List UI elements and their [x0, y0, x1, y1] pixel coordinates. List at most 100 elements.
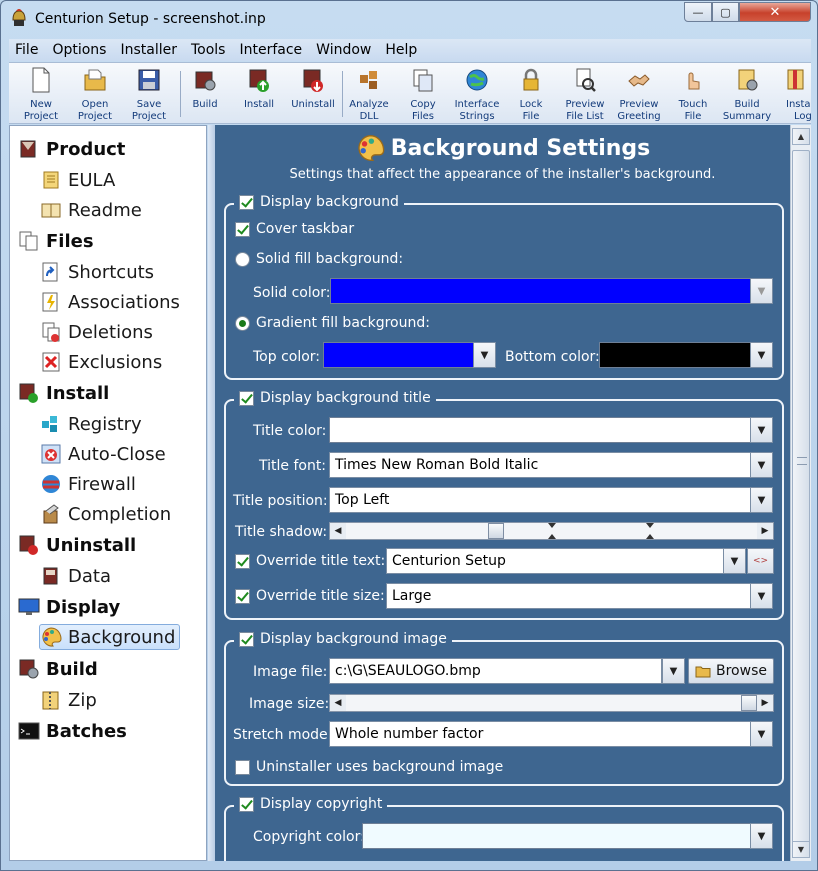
display-background-title-toggle[interactable]: Display background title	[234, 390, 436, 406]
top-color-swatch[interactable]	[323, 342, 474, 368]
gradient-fill-radio[interactable]	[235, 315, 250, 331]
nav-splitter[interactable]	[208, 125, 215, 861]
title-shadow-slider-thumb[interactable]	[488, 523, 505, 539]
nav-data[interactable]: Data	[40, 563, 111, 589]
minimize-button[interactable]: —	[684, 2, 712, 22]
nav-zip[interactable]: Zip	[40, 687, 97, 713]
display-background-toggle[interactable]: Display background	[234, 194, 404, 210]
preview-greeting-button[interactable]: Preview Greeting	[612, 67, 666, 123]
menu-help[interactable]: Help	[385, 42, 417, 58]
scrollbar-thumb[interactable]	[792, 150, 810, 850]
copyright-color-dropdown[interactable]: ▼	[750, 823, 773, 849]
display-copyright-toggle[interactable]: Display copyright	[234, 796, 388, 812]
preview-file-list-button[interactable]: Preview File List	[558, 67, 612, 123]
nav-product[interactable]: Product	[18, 136, 125, 162]
interface-strings-button[interactable]: Interface Strings	[450, 67, 504, 123]
build-button[interactable]: Build	[178, 67, 232, 123]
uninstaller-uses-image-option[interactable]: Uninstaller uses background image	[235, 759, 503, 775]
menu-window[interactable]: Window	[316, 42, 371, 58]
override-title-text-input[interactable]: Centurion Setup	[386, 548, 724, 574]
analyze-dll-button[interactable]: Analyze DLL	[342, 67, 396, 123]
solid-color-dropdown[interactable]: ▼	[750, 278, 773, 304]
nav-completion[interactable]: Completion	[40, 501, 171, 527]
title-font-select[interactable]: Times New Roman Bold Italic	[329, 452, 751, 478]
title-color-swatch[interactable]	[329, 417, 751, 443]
nav-eula[interactable]: EULA	[40, 167, 115, 193]
slider-right-arrow-icon[interactable]: ▶	[757, 695, 773, 711]
title-shadow-slider[interactable]: ◀ ▶	[329, 522, 774, 540]
override-title-text-dropdown[interactable]: ▼	[723, 548, 746, 574]
nav-registry[interactable]: Registry	[40, 411, 142, 437]
title-color-dropdown[interactable]: ▼	[750, 417, 773, 443]
copyright-color-swatch[interactable]	[362, 823, 751, 849]
uninstaller-uses-image-checkbox[interactable]	[235, 759, 250, 775]
uninstall-button[interactable]: Uninstall	[286, 67, 340, 123]
touch-file-button[interactable]: Touch File	[666, 67, 720, 123]
slider-right-arrow-icon[interactable]: ▶	[757, 523, 773, 539]
slider-left-arrow-icon[interactable]: ◀	[330, 695, 346, 711]
new-project-button[interactable]: New Project	[14, 67, 68, 123]
stretch-mode-dropdown[interactable]: ▼	[750, 721, 773, 747]
image-file-dropdown[interactable]: ▼	[662, 658, 685, 684]
display-copyright-checkbox[interactable]	[239, 796, 254, 812]
menu-file[interactable]: File	[15, 42, 38, 58]
lock-file-button[interactable]: Lock File	[504, 67, 558, 123]
edit-tags-button[interactable]: <>	[747, 548, 774, 574]
title-position-dropdown[interactable]: ▼	[750, 487, 773, 513]
nav-build[interactable]: Build	[18, 656, 98, 682]
open-project-button[interactable]: Open Project	[68, 67, 122, 123]
display-background-title-checkbox[interactable]	[239, 390, 254, 406]
nav-firewall[interactable]: Firewall	[40, 471, 136, 497]
override-title-size-select[interactable]: Large	[386, 583, 751, 609]
nav-uninstall[interactable]: Uninstall	[18, 532, 136, 558]
top-color-dropdown[interactable]: ▼	[473, 342, 496, 368]
menu-options[interactable]: Options	[52, 42, 106, 58]
scroll-down-button[interactable]: ▼	[792, 841, 810, 858]
slider-left-arrow-icon[interactable]: ◀	[330, 523, 346, 539]
nav-auto-close[interactable]: Auto-Close	[40, 441, 166, 467]
nav-background[interactable]: Background	[39, 624, 181, 650]
vertical-scrollbar[interactable]: ▲ ▼	[790, 125, 811, 861]
scroll-up-button[interactable]: ▲	[792, 128, 810, 145]
close-button[interactable]: ✕	[739, 2, 811, 22]
nav-deletions[interactable]: Deletions	[40, 319, 153, 345]
solid-color-swatch[interactable]	[330, 278, 751, 304]
nav-exclusions[interactable]: Exclusions	[40, 349, 162, 375]
display-background-image-checkbox[interactable]	[239, 631, 254, 647]
copy-files-button[interactable]: Copy Files	[396, 67, 450, 123]
nav-shortcuts[interactable]: Shortcuts	[40, 259, 154, 285]
nav-install[interactable]: Install	[18, 380, 109, 406]
override-title-size-dropdown[interactable]: ▼	[750, 583, 773, 609]
solid-fill-option[interactable]: Solid fill background:	[235, 251, 403, 267]
nav-batches[interactable]: Batches	[18, 718, 127, 744]
browse-button[interactable]: Browse	[688, 658, 774, 684]
maximize-button[interactable]: ▢	[712, 2, 739, 22]
title-font-dropdown[interactable]: ▼	[750, 452, 773, 478]
nav-associations[interactable]: Associations	[40, 289, 180, 315]
install-button[interactable]: Install	[232, 67, 286, 123]
image-size-slider-thumb[interactable]	[741, 695, 757, 711]
stretch-mode-select[interactable]: Whole number factor	[329, 721, 751, 747]
cover-taskbar-option[interactable]: Cover taskbar	[235, 221, 354, 237]
bottom-color-swatch[interactable]	[599, 342, 751, 368]
install-log-button[interactable]: Insta Log	[774, 67, 811, 123]
bottom-color-dropdown[interactable]: ▼	[750, 342, 773, 368]
title-position-select[interactable]: Top Left	[329, 487, 751, 513]
override-title-size-checkbox[interactable]	[235, 588, 250, 604]
cover-taskbar-checkbox[interactable]	[235, 221, 250, 237]
menu-tools[interactable]: Tools	[191, 42, 226, 58]
override-title-text-checkbox[interactable]	[235, 553, 250, 569]
build-summary-button[interactable]: Build Summary	[720, 67, 774, 123]
override-title-size-option[interactable]: Override title size:	[235, 588, 385, 604]
nav-display[interactable]: Display	[18, 594, 120, 620]
nav-files[interactable]: Files	[18, 228, 94, 254]
menu-interface[interactable]: Interface	[239, 42, 302, 58]
image-size-slider[interactable]: ◀ ▶	[329, 694, 774, 712]
title-bar[interactable]: Centurion Setup - screenshot.inp — ▢ ✕	[1, 1, 817, 37]
nav-readme[interactable]: Readme	[40, 197, 142, 223]
menu-installer[interactable]: Installer	[120, 42, 177, 58]
solid-fill-radio[interactable]	[235, 251, 250, 267]
display-background-image-toggle[interactable]: Display background image	[234, 631, 452, 647]
save-project-button[interactable]: Save Project	[122, 67, 176, 123]
display-background-checkbox[interactable]	[239, 194, 254, 210]
